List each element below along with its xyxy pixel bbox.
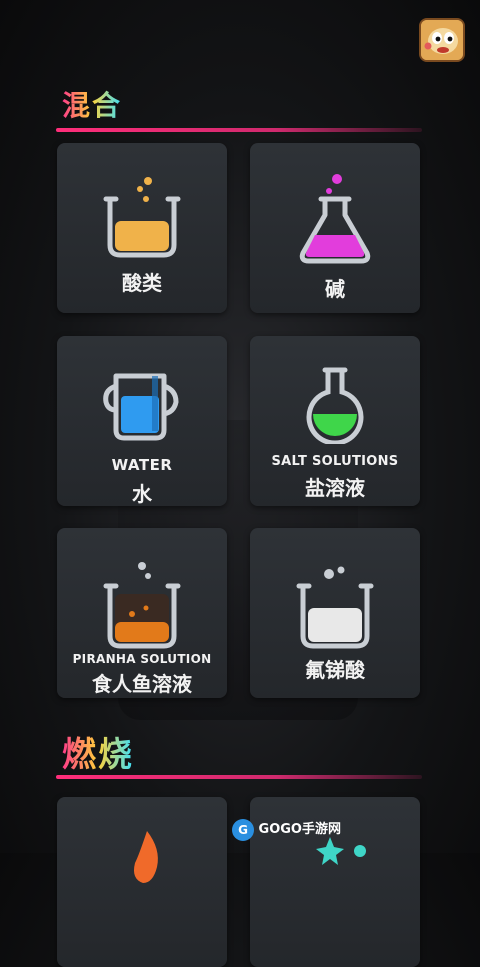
card-label: 盐溶液 (305, 476, 365, 500)
section-title-burn: 燃烧 (62, 727, 134, 776)
card-water[interactable]: WATER 水 (57, 336, 227, 506)
card-label: 水 (132, 482, 152, 506)
card-label: 氟锑酸 (305, 658, 365, 682)
card-fluoroantimonic-acid[interactable]: 氟锑酸 (250, 528, 420, 698)
watermark: G GOGO手游网 (232, 818, 372, 844)
card-label: 食人鱼溶液 (92, 672, 192, 696)
section-divider (56, 128, 422, 132)
card-label: 碱 (325, 277, 345, 301)
card-acid[interactable]: 酸类 (57, 143, 227, 313)
card-label-en: SALT SOLUTIONS (271, 454, 399, 469)
card-label: 酸类 (122, 271, 162, 295)
card-piranha[interactable]: PIRANHA SOLUTION 食人鱼溶液 (57, 528, 227, 698)
card-salt[interactable]: SALT SOLUTIONS 盐溶液 (250, 336, 420, 506)
section-title-mix: 混合 (62, 84, 122, 124)
gogo-logo-icon: G (232, 818, 254, 841)
card-base[interactable]: 碱 (250, 143, 420, 313)
beaker-icon (103, 177, 181, 258)
flame-icon (134, 831, 158, 883)
pitcher-icon (103, 373, 179, 441)
watermark-text: GOGO手游网 (258, 822, 341, 837)
beaker-icon (103, 562, 181, 649)
avatar[interactable] (419, 18, 465, 62)
flask-icon (299, 174, 371, 264)
card-label-en: WATER (111, 456, 173, 474)
section-divider (56, 775, 422, 779)
card-burn-1[interactable] (57, 797, 227, 967)
round-flask-icon (306, 367, 364, 444)
card-label-en: PIRANHA SOLUTION (72, 652, 212, 666)
beaker-icon (296, 566, 374, 649)
